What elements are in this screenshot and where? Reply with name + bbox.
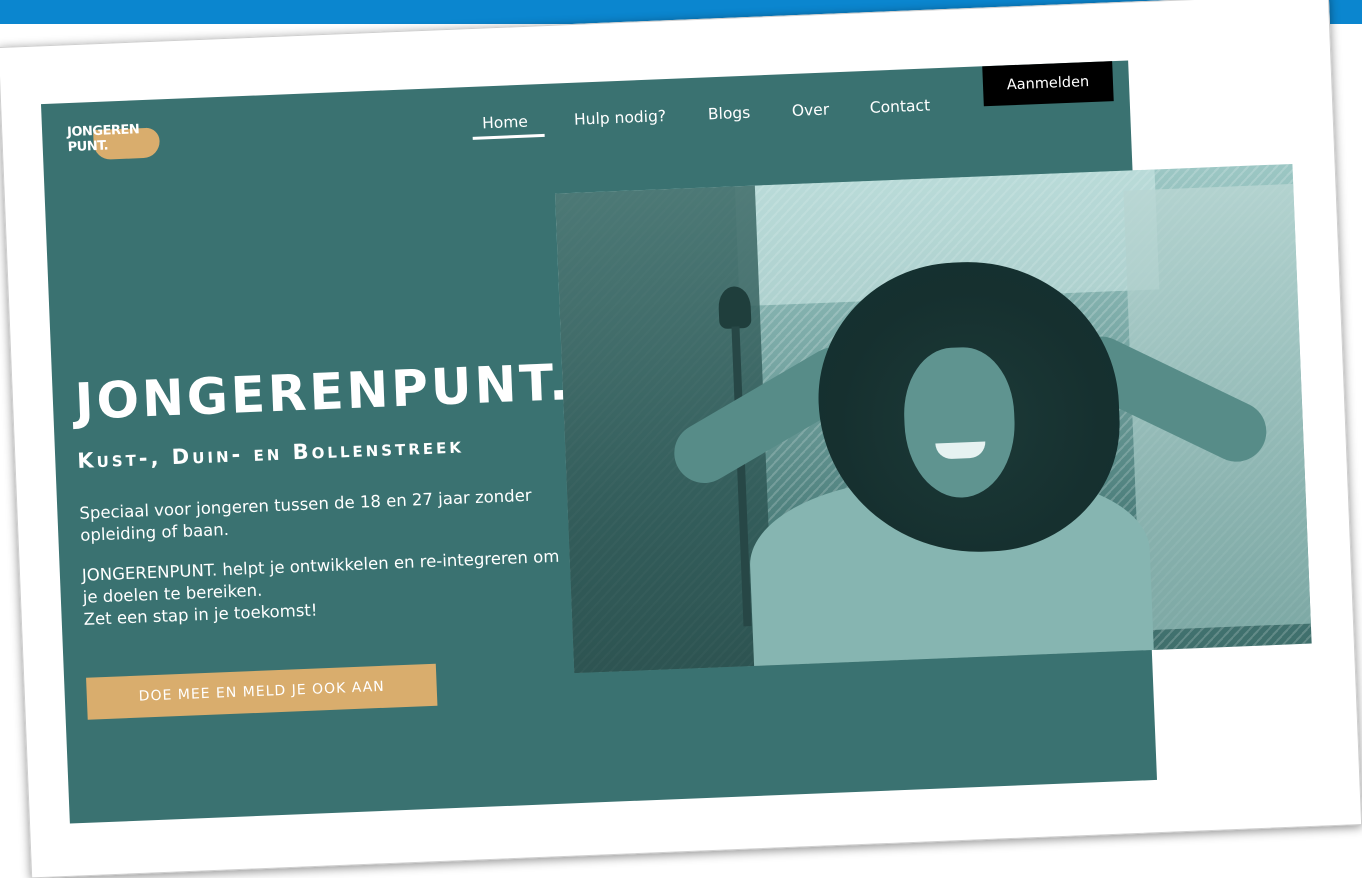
- nav-active-underline: [472, 133, 545, 140]
- nav-item-blogs[interactable]: Blogs: [708, 104, 751, 124]
- logo-text: JONGEREN PUNT.: [66, 122, 140, 156]
- hero-subtitle: Kust-, Duin- en Bollenstreek: [76, 433, 465, 473]
- join-signup-button[interactable]: DOE MEE EN MELD JE OOK AAN: [86, 663, 438, 720]
- aanmelden-button[interactable]: Aanmelden: [982, 61, 1114, 107]
- nav-item-home[interactable]: Home: [482, 113, 528, 133]
- nav-item-over[interactable]: Over: [792, 101, 830, 120]
- main-nav: Home Hulp nodig? Blogs Over Contact: [472, 96, 930, 154]
- nav-item-hulp-nodig[interactable]: Hulp nodig?: [574, 107, 667, 129]
- hero-title: JONGERENPUNT.: [73, 353, 573, 431]
- nav-item-contact[interactable]: Contact: [869, 96, 930, 116]
- website-hero: JONGEREN PUNT. Home Hulp nodig? Blogs Ov…: [40, 60, 1312, 824]
- hero-photo: [554, 163, 1312, 674]
- jongerenpunt-logo[interactable]: JONGEREN PUNT.: [67, 119, 165, 167]
- hero-paragraph-intro: Speciaal voor jongeren tussen de 18 en 2…: [79, 485, 532, 545]
